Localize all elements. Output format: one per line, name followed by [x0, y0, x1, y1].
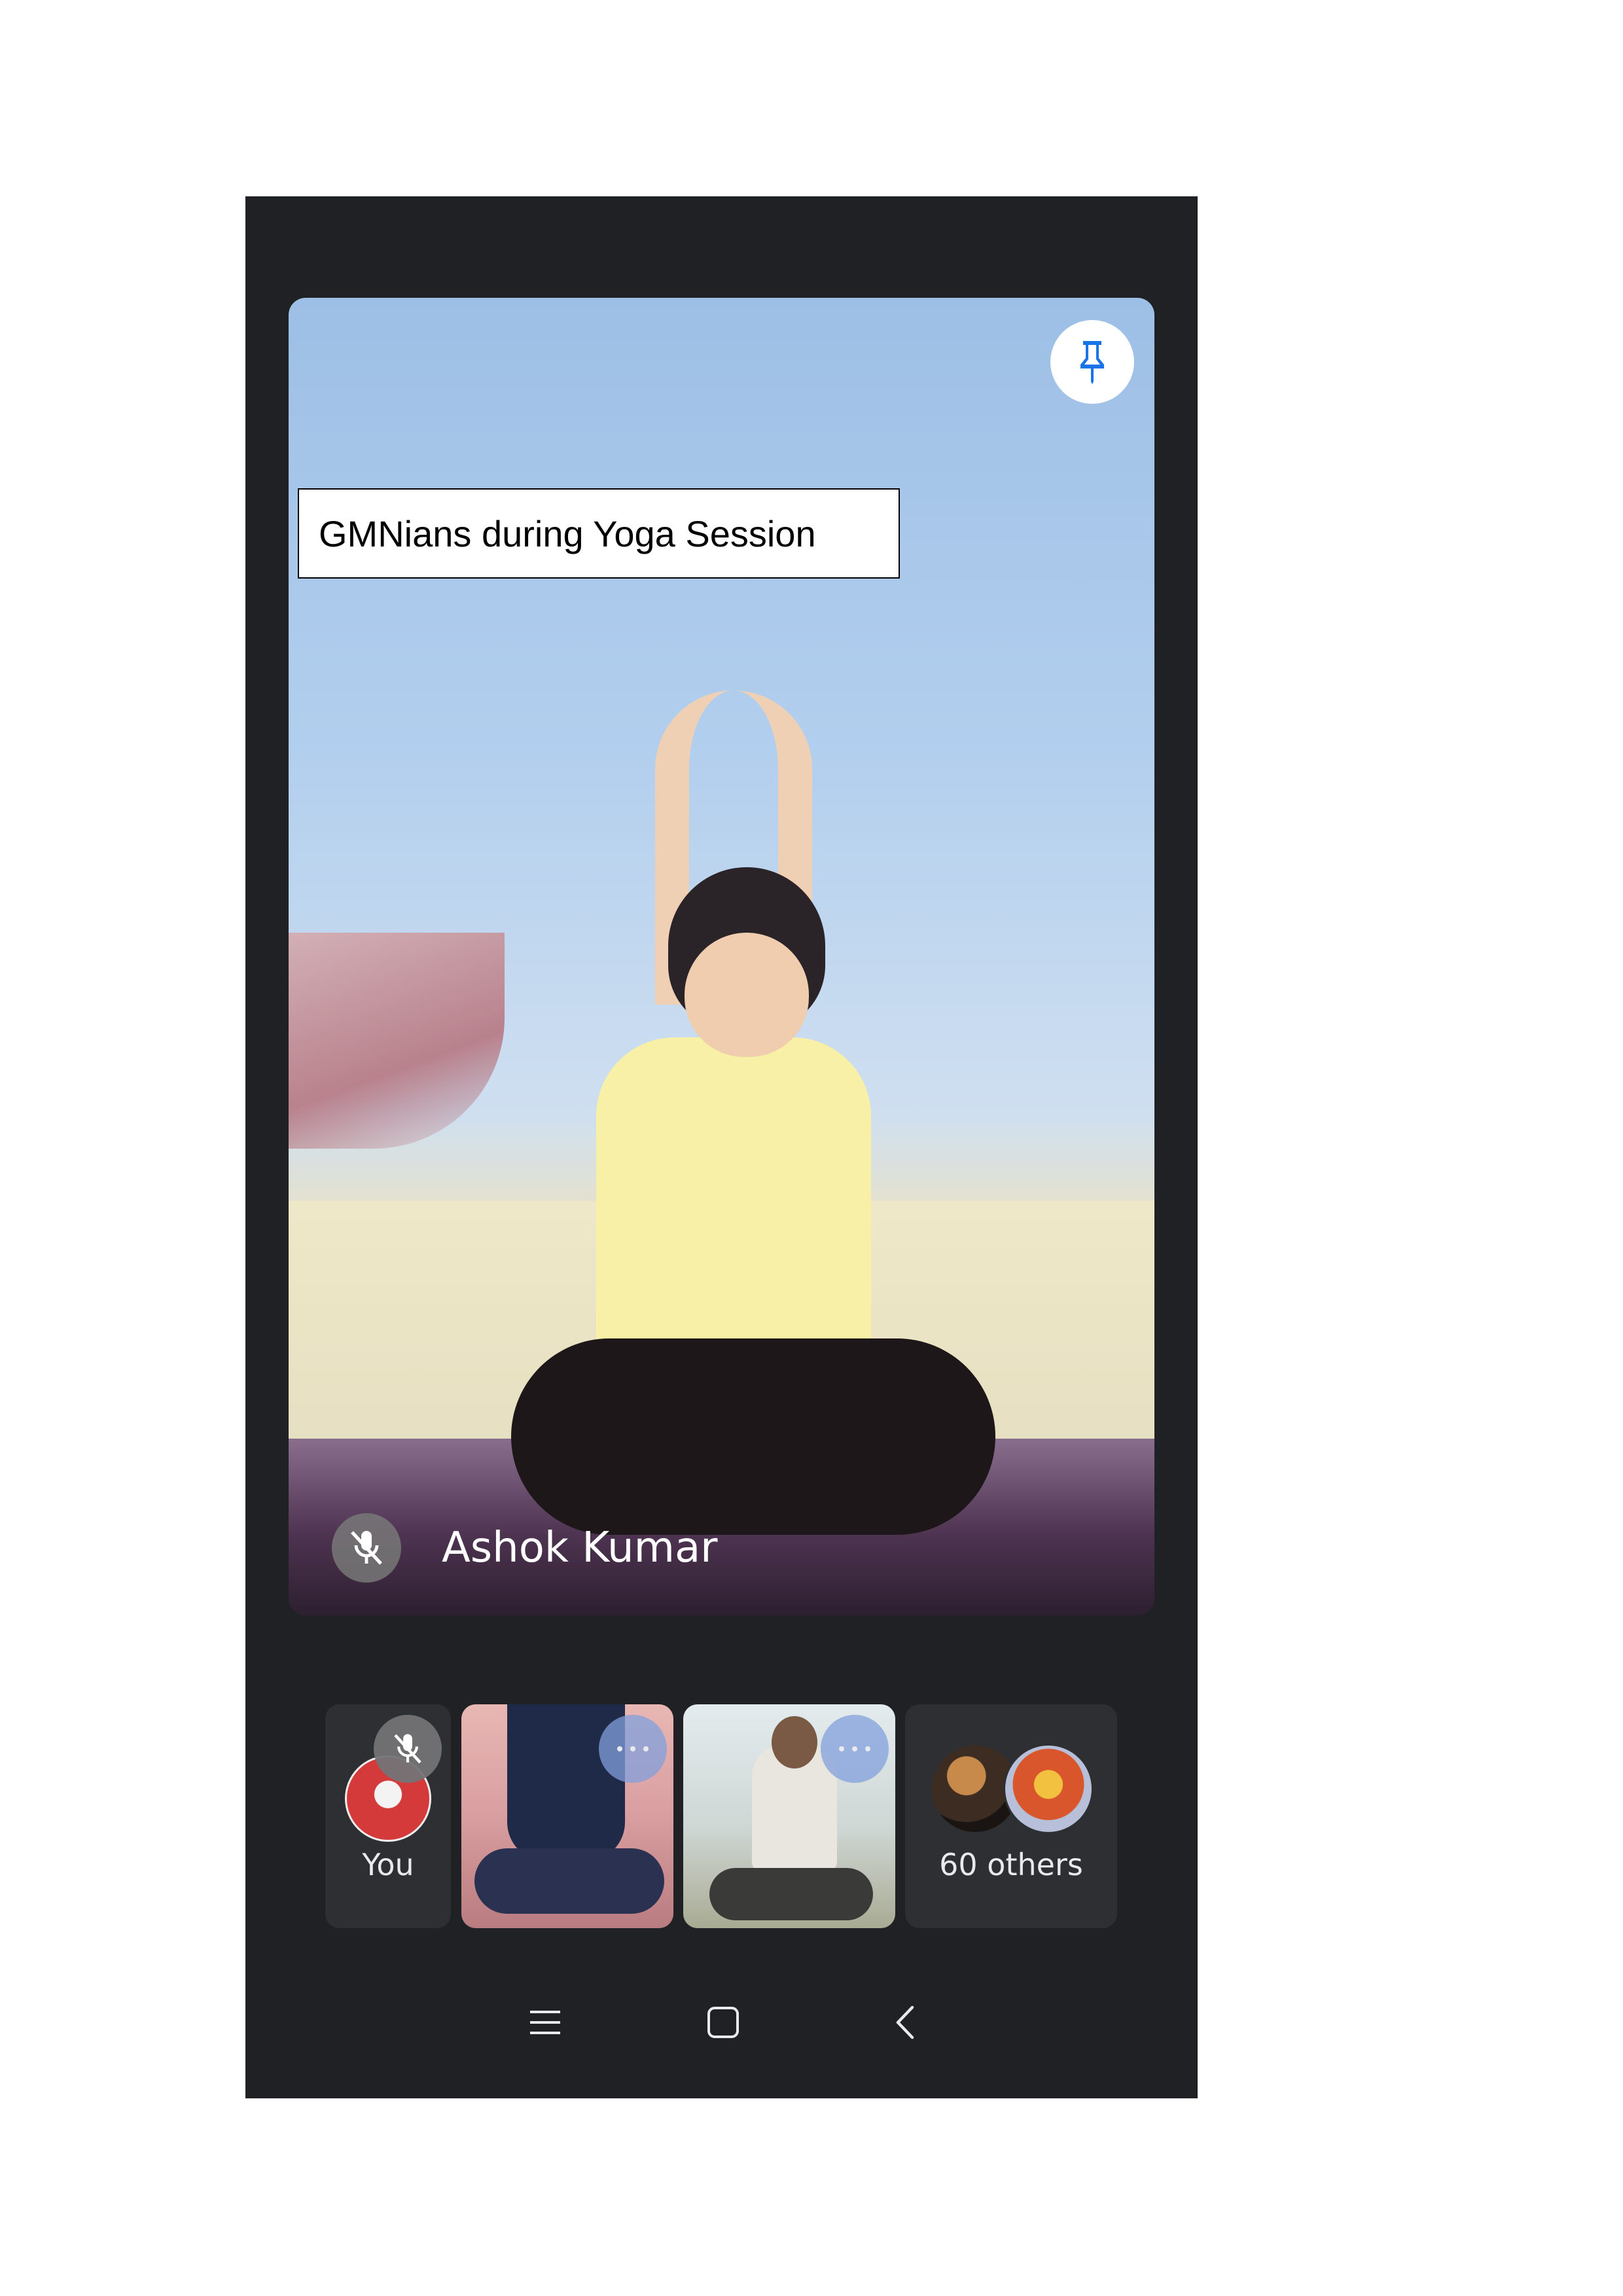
- back-icon[interactable]: [879, 1996, 931, 2049]
- participant-avatar: [1003, 1744, 1094, 1834]
- participant-name: Ashok Kumar: [442, 1524, 718, 1572]
- menu-icon[interactable]: [519, 1996, 571, 2049]
- self-tile-label: You: [362, 1847, 414, 1882]
- mic-off-icon: [332, 1513, 401, 1583]
- caption-textbox: GMNians during Yoga Session: [298, 488, 900, 579]
- participant-tile[interactable]: [683, 1704, 895, 1928]
- more-dots-icon[interactable]: [599, 1715, 667, 1783]
- others-tile[interactable]: 60 others: [905, 1704, 1117, 1928]
- meet-app-screen: Ashok Kumar GMNians during Yoga Session …: [245, 196, 1198, 2098]
- pin-icon: [1071, 337, 1113, 387]
- participant-name-row: Ashok Kumar: [332, 1512, 717, 1584]
- self-tile[interactable]: You: [325, 1704, 451, 1928]
- android-nav-bar: [245, 1983, 1198, 2062]
- more-dots-icon[interactable]: [821, 1715, 889, 1783]
- mic-off-icon: [374, 1715, 442, 1783]
- home-icon[interactable]: [697, 1996, 749, 2049]
- others-count-label: 60 others: [939, 1847, 1083, 1882]
- participant-video: [511, 691, 995, 1561]
- pin-button[interactable]: [1050, 320, 1134, 404]
- participant-tile[interactable]: [461, 1704, 673, 1928]
